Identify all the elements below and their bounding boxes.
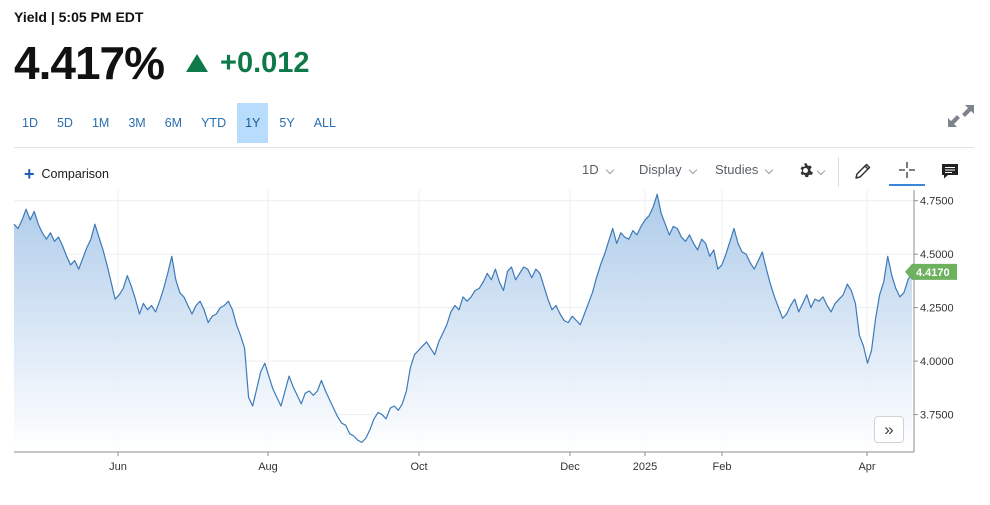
y-tick-label: 4.0000 (920, 356, 954, 368)
y-tick-label: 4.2500 (920, 303, 954, 315)
yield-area-fill (14, 194, 912, 453)
last-price-label: 4.4170 (916, 267, 950, 279)
y-tick-label: 4.5000 (920, 249, 954, 261)
last-price-tag: 4.4170 (905, 263, 957, 280)
x-tick-label-dec: Dec (560, 461, 580, 473)
y-tick-label: 3.7500 (920, 410, 954, 422)
x-axis-ticks (117, 452, 868, 456)
y-tick-labels: 3.7500 4.0000 4.2500 4.5000 4.7500 (920, 196, 954, 422)
x-tick-label-oct: Oct (410, 461, 427, 473)
x-tick-label-apr: Apr (858, 461, 875, 473)
x-tick-labels: Jun Aug Oct Dec 2025 Feb Apr (109, 461, 876, 473)
yield-chart[interactable]: Jun Aug Oct Dec 2025 Feb Apr 3.7500 4.00… (0, 0, 990, 505)
x-tick-label-jun: Jun (109, 461, 127, 473)
scroll-to-latest-button[interactable]: » (874, 416, 904, 443)
x-tick-label-2025: 2025 (633, 461, 657, 473)
x-tick-label-aug: Aug (258, 461, 278, 473)
double-chevron-right-icon: » (884, 419, 894, 439)
y-tick-label: 4.7500 (920, 196, 954, 208)
x-tick-label-feb: Feb (713, 461, 732, 473)
